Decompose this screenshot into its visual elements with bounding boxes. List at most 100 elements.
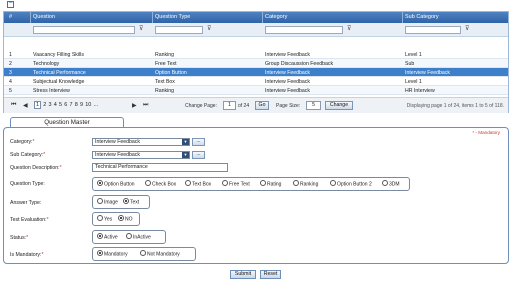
filter-question-input[interactable]: [33, 26, 135, 34]
page-link[interactable]: ...: [94, 102, 99, 108]
prev-page-icon[interactable]: ◀: [23, 102, 28, 109]
page-link[interactable]: 9: [80, 102, 83, 108]
question-type-option[interactable]: 3DM: [382, 180, 400, 187]
status-option[interactable]: InActive: [126, 233, 151, 240]
is-mandatory-group: Mandatory Not Mandatory: [92, 247, 196, 261]
cell-num: 4: [9, 79, 12, 85]
cell-type: Text Box: [155, 79, 175, 85]
page-link[interactable]: 2: [43, 102, 46, 108]
grid-header: # Question Question Type Category Sub Ca…: [4, 12, 508, 23]
answer-type-option[interactable]: Image: [97, 198, 118, 205]
test-evaluation-option[interactable]: Yes: [97, 215, 112, 222]
radio-icon[interactable]: [185, 180, 191, 186]
subcategory-browse-button[interactable]: ...: [192, 151, 205, 159]
question-type-option[interactable]: Option Button: [97, 180, 135, 187]
table-row[interactable]: 1 Vaacancy Filling Skills Ranking Interv…: [4, 50, 508, 59]
filter-icon[interactable]: ⊽: [139, 25, 143, 32]
filter-icon[interactable]: ⊽: [347, 25, 351, 32]
go-button[interactable]: Go: [255, 101, 269, 110]
filter-icon[interactable]: ⊽: [465, 25, 469, 32]
question-type-group: Option Button Check Box Text Box Free Te…: [92, 177, 410, 191]
filter-category-input[interactable]: [265, 26, 343, 34]
last-page-icon[interactable]: ⏭: [143, 102, 148, 109]
answer-type-label: Answer Type:: [10, 200, 42, 206]
first-page-icon[interactable]: ⏮: [11, 102, 16, 109]
table-row[interactable]: 4 Subjectual Knowledge Text Box Intervie…: [4, 77, 508, 86]
radio-icon[interactable]: [222, 180, 228, 186]
col-header-question-type[interactable]: Question Type: [155, 14, 190, 20]
filter-type-input[interactable]: [155, 26, 203, 34]
questions-grid: # Question Question Type Category Sub Ca…: [3, 11, 509, 113]
radio-icon[interactable]: [126, 233, 132, 239]
pager: ⏮ ◀ 1 2 3 4 5 6 7 8 9 10... ▶ ⏭ Change Page: 1 of…: [4, 97, 508, 113]
filter-icon[interactable]: ⊽: [207, 25, 211, 32]
cell-question: Subjectual Knowledge: [33, 79, 85, 85]
radio-selected-icon[interactable]: [118, 215, 124, 221]
collapse-minus-icon[interactable]: −: [7, 0, 14, 8]
page-link[interactable]: 8: [75, 102, 78, 108]
page-number-input[interactable]: 1: [223, 101, 236, 110]
test-evaluation-label: Test Evaluation:*: [10, 217, 49, 223]
subcategory-select[interactable]: Interview Feedback ▼: [92, 151, 190, 159]
chevron-down-icon[interactable]: ▼: [182, 152, 189, 158]
is-mandatory-option[interactable]: Mandatory: [97, 250, 128, 257]
next-page-icon[interactable]: ▶: [132, 102, 137, 109]
question-type-option[interactable]: Text Box: [185, 180, 211, 187]
description-input[interactable]: Technical Performance: [92, 163, 228, 172]
question-type-option[interactable]: Check Box: [145, 180, 176, 187]
page-link[interactable]: 6: [64, 102, 67, 108]
radio-icon[interactable]: [97, 215, 103, 221]
col-header-category[interactable]: Category: [265, 14, 287, 20]
category-label: Category:*: [10, 139, 35, 145]
cell-num: 2: [9, 61, 12, 67]
page-link[interactable]: 5: [59, 102, 62, 108]
question-type-option[interactable]: Free Text: [222, 180, 250, 187]
chevron-down-icon[interactable]: ▼: [182, 139, 189, 145]
page-link[interactable]: 1: [34, 101, 42, 109]
radio-icon[interactable]: [260, 180, 266, 186]
col-header-question[interactable]: Question: [33, 14, 55, 20]
category-browse-button[interactable]: ...: [192, 138, 205, 146]
question-type-option[interactable]: Ranking: [293, 180, 318, 187]
table-row-selected[interactable]: 3 Technical Performance Option Button In…: [4, 68, 508, 77]
cell-type: Option Button: [155, 70, 187, 76]
cell-category: Interview Feedback: [265, 79, 310, 85]
radio-selected-icon[interactable]: [97, 180, 103, 186]
test-evaluation-option[interactable]: NO: [118, 215, 133, 222]
radio-selected-icon[interactable]: [97, 250, 103, 256]
radio-icon[interactable]: [382, 180, 388, 186]
page-link[interactable]: 4: [54, 102, 57, 108]
question-type-option[interactable]: Rating: [260, 180, 281, 187]
radio-icon[interactable]: [140, 250, 146, 256]
cell-type: Ranking: [155, 52, 175, 58]
category-select[interactable]: Interview Feedback ▼: [92, 138, 190, 146]
cell-num: 3: [9, 70, 12, 76]
is-mandatory-option[interactable]: Not Mandatory: [140, 250, 180, 257]
change-page-size-button[interactable]: Change: [325, 101, 353, 110]
reset-button[interactable]: Reset: [260, 270, 281, 279]
col-header-num[interactable]: #: [9, 14, 12, 20]
table-row[interactable]: 2 Technology Free Text Group Discaussion…: [4, 59, 508, 68]
col-header-sub-category[interactable]: Sub Category: [405, 14, 439, 20]
page-link[interactable]: 7: [70, 102, 73, 108]
cell-num: 1: [9, 52, 12, 58]
description-label: Question Description:*: [10, 165, 62, 171]
question-type-option[interactable]: Option Button 2: [330, 180, 372, 187]
radio-selected-icon[interactable]: [97, 233, 103, 239]
status-option[interactable]: Active: [97, 233, 118, 240]
radio-icon[interactable]: [145, 180, 151, 186]
answer-type-option[interactable]: Text: [123, 198, 139, 205]
page-size-input[interactable]: 5: [306, 101, 321, 110]
table-row[interactable]: 5 Stress Interview Ranking Interview Fee…: [4, 86, 508, 95]
question-type-label: Question Type:: [10, 181, 45, 187]
filter-subcategory-input[interactable]: [405, 26, 461, 34]
submit-button[interactable]: Submit: [230, 270, 256, 279]
radio-icon[interactable]: [97, 198, 103, 204]
page-link[interactable]: 3: [49, 102, 52, 108]
page-link[interactable]: 10: [85, 102, 91, 108]
radio-icon[interactable]: [293, 180, 299, 186]
status-group: Active InActive: [92, 230, 166, 244]
radio-icon[interactable]: [330, 180, 336, 186]
radio-selected-icon[interactable]: [123, 198, 129, 204]
is-mandatory-label: Is Mandatory:*: [10, 252, 44, 258]
